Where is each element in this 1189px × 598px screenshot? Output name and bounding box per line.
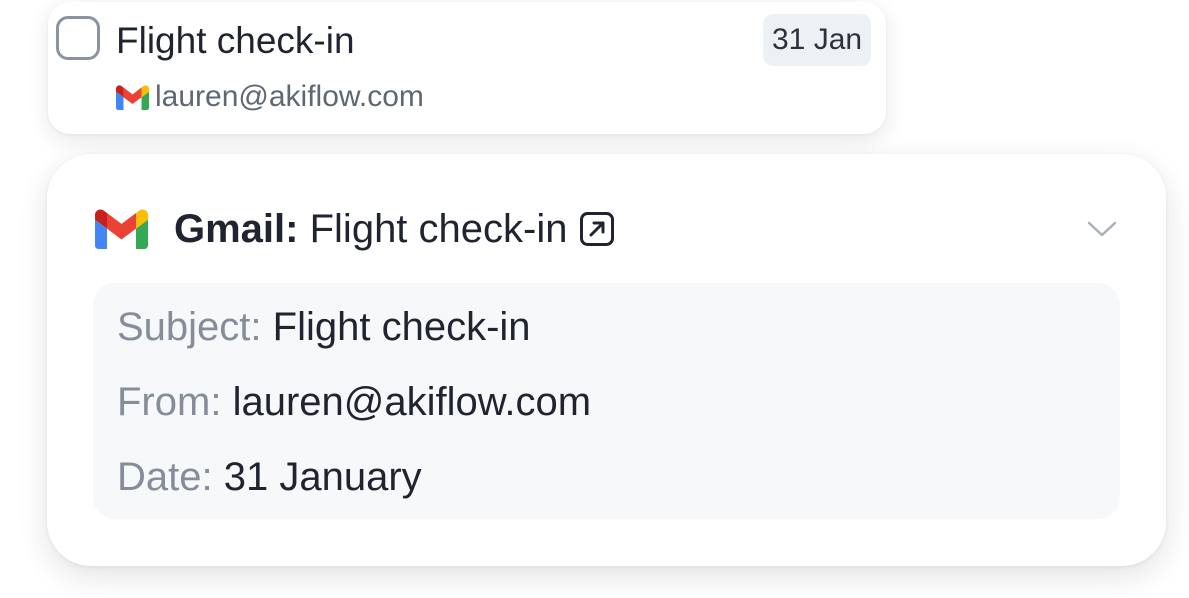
subject-row: Subject: Flight check-in	[117, 303, 531, 351]
from-value: lauren@akiflow.com	[232, 380, 592, 424]
task-source: lauren@akiflow.com	[116, 80, 424, 114]
gmail-icon	[116, 84, 149, 110]
detail-subject: Flight check-in	[309, 207, 568, 251]
task-checkbox[interactable]	[56, 16, 100, 60]
email-detail-card: Gmail: Flight check-in Subject: Flight c…	[47, 154, 1166, 566]
gmail-icon	[95, 209, 148, 249]
date-row: Date: 31 January	[117, 453, 422, 501]
task-source-email: lauren@akiflow.com	[155, 80, 424, 113]
external-link-icon[interactable]	[579, 211, 615, 247]
date-label: Date:	[117, 455, 213, 499]
from-row: From: lauren@akiflow.com	[117, 378, 591, 426]
email-metadata: Subject: Flight check-in From: lauren@ak…	[93, 283, 1120, 519]
task-title[interactable]: Flight check-in	[116, 18, 355, 64]
detail-provider: Gmail:	[174, 207, 299, 251]
task-card[interactable]: Flight check-in 31 Jan lauren@akiflow.co…	[48, 2, 886, 134]
subject-label: Subject:	[117, 305, 262, 349]
detail-header[interactable]: Gmail: Flight check-in	[95, 204, 1118, 254]
date-value: 31 January	[223, 455, 422, 499]
detail-title: Gmail: Flight check-in	[174, 204, 567, 254]
from-label: From:	[117, 380, 222, 424]
date-badge[interactable]: 31 Jan	[763, 14, 872, 66]
chevron-down-icon[interactable]	[1086, 213, 1118, 245]
subject-value: Flight check-in	[272, 305, 531, 349]
